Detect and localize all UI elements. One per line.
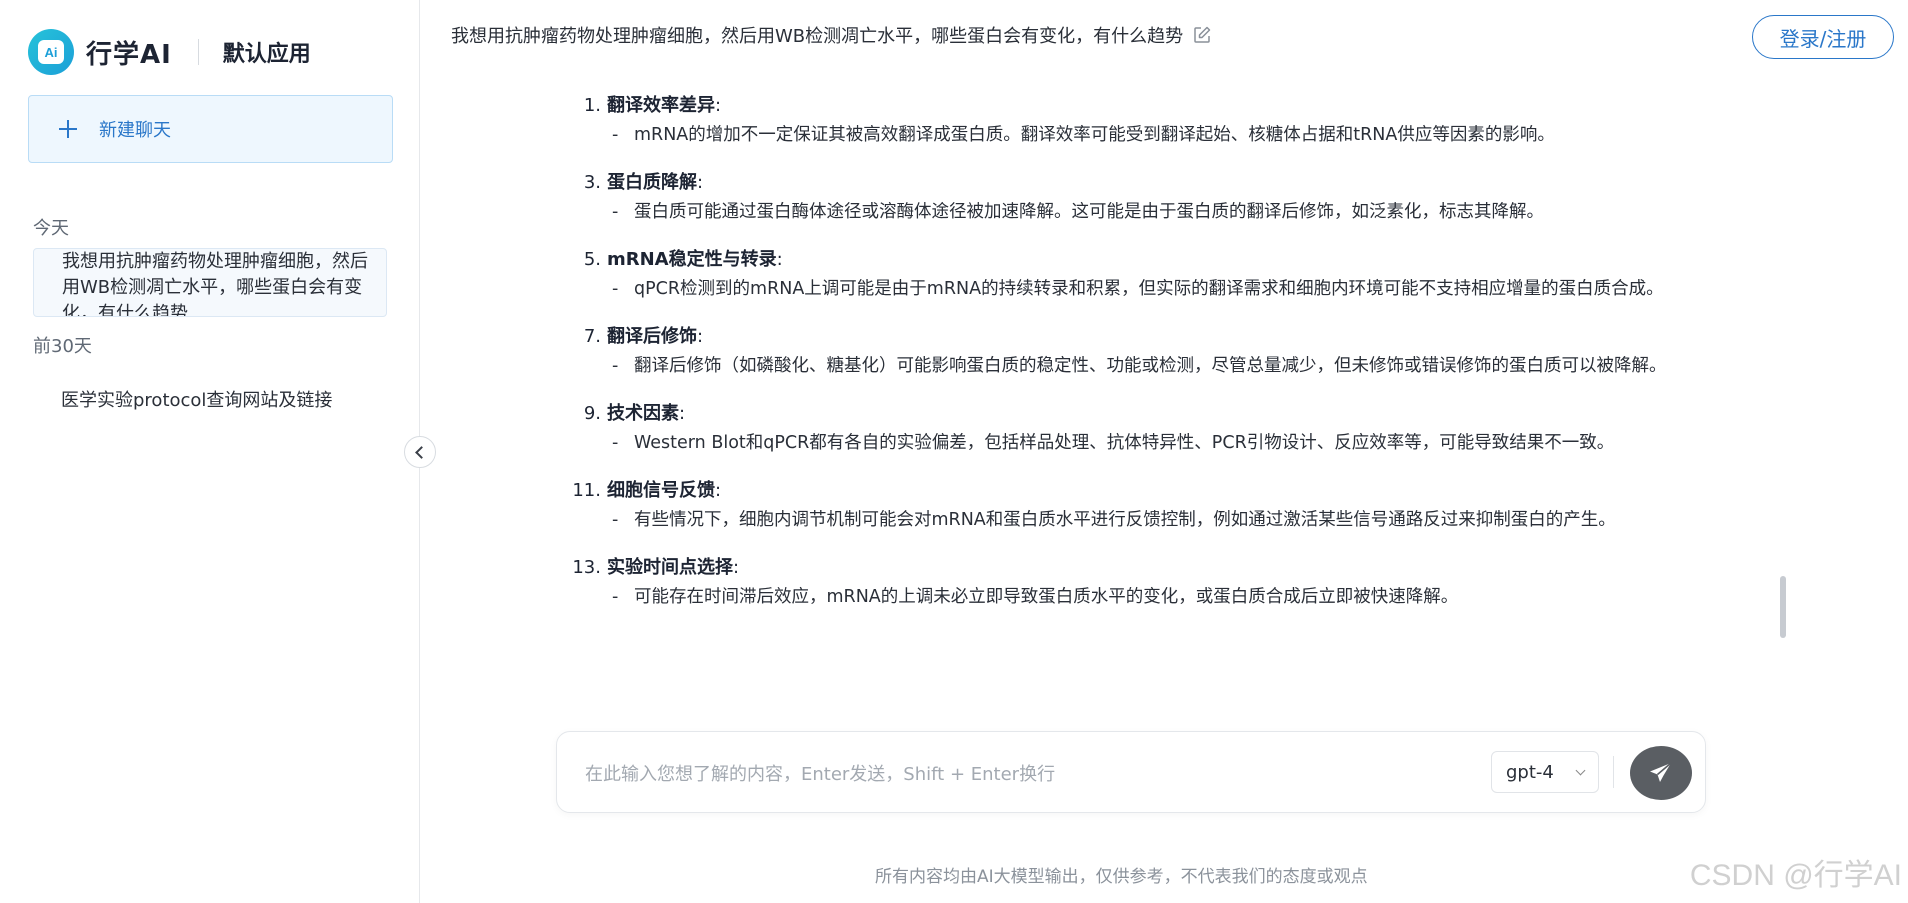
- bullet-dash: -: [612, 125, 619, 145]
- answer-item-number: 11.: [572, 480, 601, 501]
- model-select[interactable]: gpt-4: [1491, 751, 1599, 793]
- app-window: Ai 行学AI 默认应用 新建聊天 今天 我想用抗肿瘤药物处理肿瘤细胞，然后用W…: [0, 0, 1908, 903]
- conversation-title: 我想用抗肿瘤药物处理肿瘤细胞，然后用WB检测凋亡水平，哪些蛋白会有变化，有什么趋…: [451, 22, 1211, 48]
- answer-item-title: 翻译效率差异: [607, 95, 715, 116]
- new-chat-label: 新建聊天: [99, 120, 171, 141]
- answer-item-heading: 1. 翻译效率差异:: [570, 92, 1908, 120]
- send-button[interactable]: [1630, 746, 1692, 800]
- login-register-button[interactable]: 登录/注册: [1752, 15, 1894, 59]
- answer-item-number: 1.: [583, 95, 601, 116]
- bullet-dash: -: [612, 202, 619, 222]
- logo-text: Ai: [38, 40, 64, 64]
- bullet-dash: -: [612, 279, 619, 299]
- answer-item-body: - 蛋白质可能通过蛋白酶体途径或溶酶体途径被加速降解。这可能是由于蛋白质的翻译后修…: [570, 198, 1908, 226]
- answer-item-colon: :: [697, 172, 704, 193]
- answer-item-title: 蛋白质降解: [607, 172, 697, 193]
- answer-item: 11. 细胞信号反馈: - 有些情况下，细胞内调节机制可能会对mRNA和蛋白质水平进行…: [570, 477, 1908, 534]
- answer-item: 9. 技术因素: - Western Blot和qPCR都有各自的实验偏差，包括样品处…: [570, 400, 1908, 457]
- answer-item-colon: :: [679, 403, 686, 424]
- bullet-dash: -: [612, 510, 619, 530]
- app-name: 默认应用: [222, 42, 311, 67]
- answer-item: 13. 实验时间点选择: - 可能存在时间滞后效应，mRNA的上调未必立即导致蛋白质水…: [570, 554, 1908, 611]
- answer-item-text: 有些情况下，细胞内调节机制可能会对mRNA和蛋白质水平进行反馈控制，例如通过激活…: [634, 510, 1616, 530]
- bullet-dash: -: [612, 587, 619, 607]
- history-group-last30: 前30天: [33, 336, 92, 357]
- answer-item-heading: 3. 蛋白质降解:: [570, 169, 1908, 197]
- answer-item-number: 7.: [583, 326, 601, 347]
- chevron-down-icon: [1575, 765, 1586, 776]
- answer-item-number: 5.: [583, 249, 601, 270]
- answer-item-title: mRNA稳定性与转录: [607, 249, 777, 270]
- answer-item-number: 13.: [572, 557, 601, 578]
- disclaimer-text: 所有内容均由AI大模型输出，仅供参考，不代表我们的态度或观点: [875, 867, 1368, 887]
- answer-item-text: mRNA的增加不一定保证其被高效翻译成蛋白质。翻译效率可能受到翻译起始、核糖体占…: [634, 125, 1555, 145]
- answer-item: 5. mRNA稳定性与转录: - qPCR检测到的mRNA上调可能是由于mRNA的持续…: [570, 246, 1908, 303]
- brand-divider: [197, 39, 199, 65]
- answer-item-body: - 翻译后修饰（如磷酸化、糖基化）可能影响蛋白质的稳定性、功能或检测，尽管总量减少…: [570, 352, 1908, 380]
- logo-icon: Ai: [28, 29, 74, 75]
- answer-item: 3. 蛋白质降解: - 蛋白质可能通过蛋白酶体途径或溶酶体途径被加速降解。这可能是由于…: [570, 169, 1908, 226]
- answer-item-number: 3.: [583, 172, 601, 193]
- history-group-today: 今天: [33, 218, 69, 239]
- answer-item-colon: :: [733, 557, 740, 578]
- answer-item-title: 翻译后修饰: [607, 326, 697, 347]
- answer-item-heading: 5. mRNA稳定性与转录:: [570, 246, 1908, 274]
- answer-item-title: 技术因素: [607, 403, 679, 424]
- answer-content: 1. 翻译效率差异: - mRNA的增加不一定保证其被高效翻译成蛋白质。翻译效率可能受…: [570, 92, 1908, 631]
- chevron-left-icon: [415, 445, 428, 459]
- scrollbar-thumb[interactable]: [1780, 576, 1786, 638]
- answer-item-text: 可能存在时间滞后效应，mRNA的上调未必立即导致蛋白质水平的变化，或蛋白质合成后…: [634, 587, 1459, 607]
- edit-icon[interactable]: [1193, 26, 1211, 44]
- answer-item-number: 9.: [583, 403, 601, 424]
- input-divider: [1613, 756, 1614, 788]
- answer-item-heading: 9. 技术因素:: [570, 400, 1908, 428]
- brand-name: 行学AI: [86, 39, 172, 70]
- answer-item-body: - 可能存在时间滞后效应，mRNA的上调未必立即导致蛋白质水平的变化，或蛋白质合成…: [570, 583, 1908, 611]
- bullet-dash: -: [612, 433, 619, 453]
- answer-item-heading: 11. 细胞信号反馈:: [570, 477, 1908, 505]
- answer-item-title: 实验时间点选择: [607, 557, 733, 578]
- answer-item-heading: 13. 实验时间点选择:: [570, 554, 1908, 582]
- chat-main: 我想用抗肿瘤药物处理肿瘤细胞，然后用WB检测凋亡水平，哪些蛋白会有变化，有什么趋…: [420, 0, 1908, 903]
- answer-item-text: 蛋白质可能通过蛋白酶体途径或溶酶体途径被加速降解。这可能是由于蛋白质的翻译后修饰…: [634, 202, 1544, 222]
- chat-input-box: gpt-4: [556, 731, 1706, 813]
- answer-item: 1. 翻译效率差异: - mRNA的增加不一定保证其被高效翻译成蛋白质。翻译效率可能受…: [570, 92, 1908, 149]
- answer-item-colon: :: [697, 326, 704, 347]
- sidebar: Ai 行学AI 默认应用 新建聊天 今天 我想用抗肿瘤药物处理肿瘤细胞，然后用W…: [0, 0, 420, 903]
- chat-input[interactable]: [585, 760, 1445, 788]
- answer-item: 7. 翻译后修饰: - 翻译后修饰（如磷酸化、糖基化）可能影响蛋白质的稳定性、功能或检…: [570, 323, 1908, 380]
- bullet-dash: -: [612, 356, 619, 376]
- answer-item-text: Western Blot和qPCR都有各自的实验偏差，包括样品处理、抗体特异性、…: [634, 433, 1615, 453]
- history-item[interactable]: 医学实验protocol查询网站及链接: [33, 388, 387, 414]
- answer-item-body: - Western Blot和qPCR都有各自的实验偏差，包括样品处理、抗体特异性…: [570, 429, 1908, 457]
- conversation-title-text: 我想用抗肿瘤药物处理肿瘤细胞，然后用WB检测凋亡水平，哪些蛋白会有变化，有什么趋…: [451, 26, 1184, 47]
- answer-item-heading: 7. 翻译后修饰:: [570, 323, 1908, 351]
- answer-item-text: qPCR检测到的mRNA上调可能是由于mRNA的持续转录和积累，但实际的翻译需求…: [634, 279, 1664, 299]
- answer-item-colon: :: [715, 480, 722, 501]
- history-item-active[interactable]: 我想用抗肿瘤药物处理肿瘤细胞，然后用WB检测凋亡水平，哪些蛋白会有变化，有什么趋…: [33, 248, 387, 317]
- collapse-sidebar-button[interactable]: [404, 436, 436, 468]
- answer-item-body: - mRNA的增加不一定保证其被高效翻译成蛋白质。翻译效率可能受到翻译起始、核糖体…: [570, 121, 1908, 149]
- new-chat-button[interactable]: 新建聊天: [28, 95, 393, 163]
- answer-item-body: - 有些情况下，细胞内调节机制可能会对mRNA和蛋白质水平进行反馈控制，例如通过激…: [570, 506, 1908, 534]
- answer-item-text: 翻译后修饰（如磷酸化、糖基化）可能影响蛋白质的稳定性、功能或检测，尽管总量减少，…: [634, 356, 1667, 376]
- model-select-value: gpt-4: [1506, 761, 1554, 783]
- answer-item-body: - qPCR检测到的mRNA上调可能是由于mRNA的持续转录和积累，但实际的翻译需…: [570, 275, 1908, 303]
- brand: Ai 行学AI 默认应用: [28, 29, 311, 75]
- send-icon: [1650, 762, 1672, 782]
- plus-icon: [59, 120, 77, 138]
- answer-item-colon: :: [715, 95, 722, 116]
- answer-item-colon: :: [776, 249, 783, 270]
- watermark: CSDN @行学AI: [1689, 859, 1902, 892]
- answer-item-title: 细胞信号反馈: [607, 480, 715, 501]
